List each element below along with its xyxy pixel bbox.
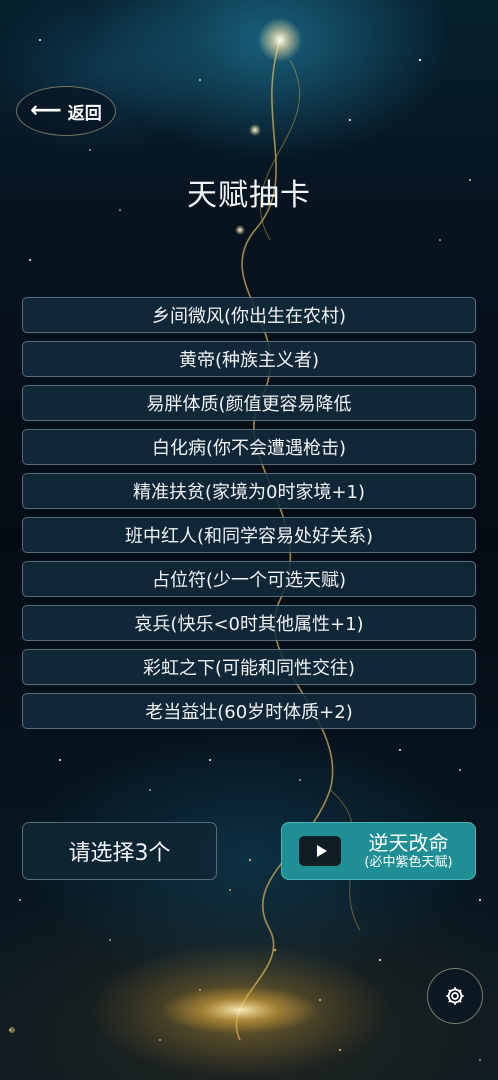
left-arrow-icon: ⟵	[30, 98, 62, 123]
talent-list: 乡间微风(你出生在农村) 黄帝(种族主义者) 易胖体质(颜值更容易降低 白化病(…	[22, 297, 476, 737]
gear-icon	[446, 987, 464, 1005]
settings-button[interactable]	[427, 968, 483, 1024]
talent-option-5[interactable]: 精准扶贫(家境为0时家境+1)	[22, 473, 476, 509]
talent-option-1[interactable]: 乡间微风(你出生在农村)	[22, 297, 476, 333]
back-button-label: 返回	[67, 103, 102, 124]
back-button[interactable]: ⟵ 返回	[16, 86, 116, 136]
talent-option-10[interactable]: 老当益壮(60岁时体质+2)	[22, 693, 476, 729]
reroll-sublabel: (必中紫色天赋)	[364, 854, 453, 870]
talent-option-8[interactable]: 哀兵(快乐<0时其他属性+1)	[22, 605, 476, 641]
select-count-button[interactable]: 请选择3个	[22, 822, 217, 880]
talent-option-9[interactable]: 彩虹之下(可能和同性交往)	[22, 649, 476, 685]
talent-option-7[interactable]: 占位符(少一个可选天赋)	[22, 561, 476, 597]
reroll-ad-button[interactable]: 逆天改命 (必中紫色天赋)	[281, 822, 476, 880]
page-title: 天赋抽卡	[187, 178, 311, 213]
talent-option-6[interactable]: 班中红人(和同学容易处好关系)	[22, 517, 476, 553]
talent-option-2[interactable]: 黄帝(种族主义者)	[22, 341, 476, 377]
reroll-text: 逆天改命 (必中紫色天赋)	[341, 832, 476, 870]
play-video-icon	[299, 836, 341, 866]
talent-option-4[interactable]: 白化病(你不会遭遇枪击)	[22, 429, 476, 465]
talent-option-3[interactable]: 易胖体质(颜值更容易降低	[22, 385, 476, 421]
reroll-label: 逆天改命	[368, 830, 449, 855]
